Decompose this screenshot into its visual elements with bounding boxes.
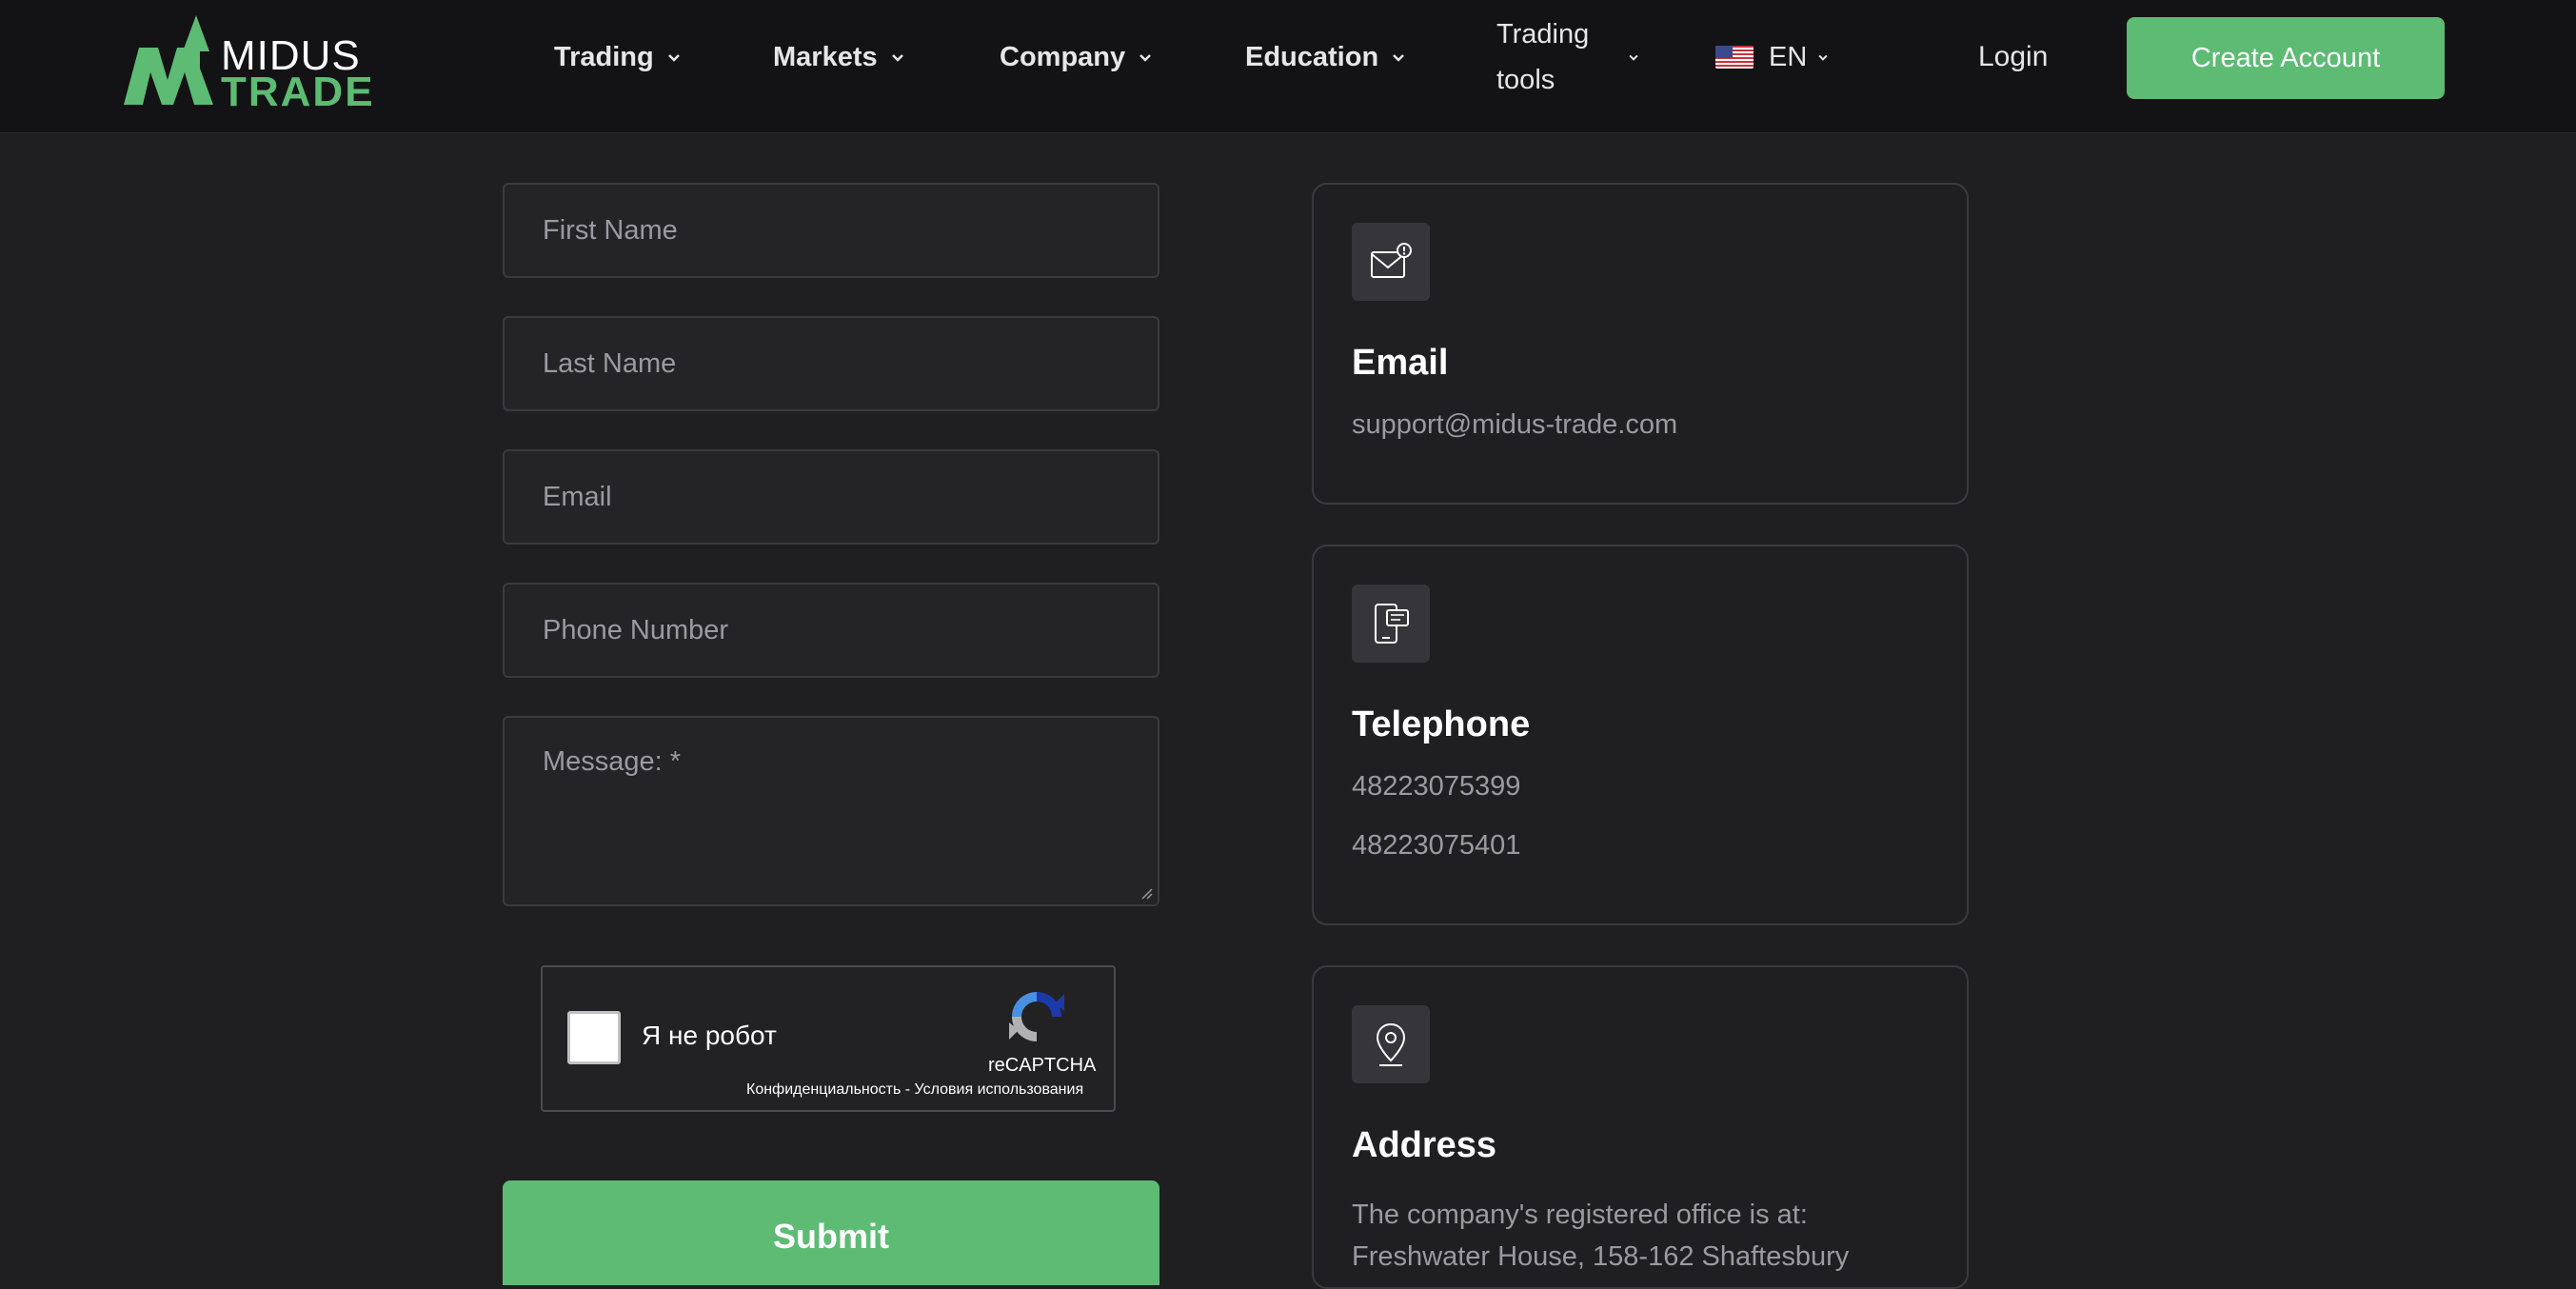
phone-chat-icon bbox=[1352, 585, 1430, 663]
last-name-placeholder: Last Name bbox=[543, 347, 677, 379]
chevron-down-icon bbox=[1818, 54, 1828, 61]
recaptcha-logo-icon bbox=[1009, 992, 1064, 1041]
nav-markets[interactable]: Markets bbox=[773, 0, 906, 114]
email-card-title: Email bbox=[1352, 343, 1449, 383]
message-placeholder: Message: * bbox=[543, 746, 682, 777]
login-link[interactable]: Login bbox=[1978, 0, 2048, 114]
phone-number-2[interactable]: 48223075401 bbox=[1352, 830, 1520, 862]
nav-company-label: Company bbox=[1000, 41, 1126, 72]
chevron-down-icon bbox=[1629, 54, 1638, 61]
chevron-down-icon bbox=[891, 54, 903, 62]
email-card: Email support@midus-trade.com bbox=[1312, 183, 1969, 505]
recaptcha-terms-link[interactable]: Конфиденциальность - Условия использован… bbox=[746, 1081, 1083, 1099]
resize-handle-icon[interactable] bbox=[1139, 885, 1154, 901]
logo-text-trade: TRADE bbox=[221, 69, 375, 115]
language-label: EN bbox=[1769, 41, 1808, 72]
message-textarea[interactable]: Message: * bbox=[503, 716, 1159, 906]
phone-number-1[interactable]: 48223075399 bbox=[1352, 771, 1520, 803]
midus-trade-logo[interactable]: MIDUS TRADE bbox=[120, 13, 373, 115]
nav-company[interactable]: Company bbox=[1000, 0, 1154, 114]
nav-trading-tools-line1: Trading bbox=[1496, 19, 1590, 50]
nav-education[interactable]: Education bbox=[1245, 0, 1407, 114]
recaptcha-checkbox[interactable] bbox=[567, 1011, 621, 1064]
create-account-button[interactable]: Create Account bbox=[2127, 17, 2445, 99]
us-flag-icon bbox=[1715, 46, 1754, 69]
address-card: Address The company's registered office … bbox=[1312, 965, 1969, 1289]
email-placeholder: Email bbox=[543, 481, 612, 512]
chevron-down-icon bbox=[1139, 54, 1152, 62]
nav-markets-label: Markets bbox=[773, 41, 878, 72]
first-name-placeholder: First Name bbox=[543, 214, 678, 246]
support-email-link[interactable]: support@midus-trade.com bbox=[1352, 409, 1677, 441]
nav-trading[interactable]: Trading bbox=[554, 0, 683, 114]
top-navbar: MIDUS TRADE Trading Markets Company Educ… bbox=[0, 0, 2576, 133]
recaptcha-brand: reCAPTCHA bbox=[988, 1055, 1097, 1076]
chevron-down-icon bbox=[667, 54, 680, 62]
telephone-card-title: Telephone bbox=[1352, 704, 1531, 744]
phone-number-field[interactable]: Phone Number bbox=[503, 583, 1159, 678]
email-field[interactable]: Email bbox=[503, 449, 1159, 545]
address-card-title: Address bbox=[1352, 1125, 1497, 1165]
first-name-field[interactable]: First Name bbox=[503, 183, 1159, 278]
recaptcha-widget: Я не робот reCAPTCHA Конфиденциальность … bbox=[541, 965, 1116, 1112]
language-selector[interactable]: EN bbox=[1715, 0, 1830, 114]
phone-placeholder: Phone Number bbox=[543, 614, 729, 645]
nav-trading-tools-line2: tools bbox=[1496, 65, 1556, 95]
address-text: The company's registered office is at: F… bbox=[1352, 1200, 1850, 1272]
submit-button[interactable]: Submit bbox=[503, 1180, 1159, 1285]
telephone-card: Telephone 48223075399 48223075401 bbox=[1312, 545, 1969, 925]
nav-trading-tools[interactable]: Trading tools bbox=[1496, 0, 1640, 114]
chevron-down-icon bbox=[1393, 54, 1405, 62]
nav-education-label: Education bbox=[1245, 41, 1379, 72]
nav-trading-label: Trading bbox=[554, 41, 654, 72]
last-name-field[interactable]: Last Name bbox=[503, 316, 1159, 411]
recaptcha-label: Я не робот bbox=[642, 1021, 777, 1050]
map-pin-icon bbox=[1352, 1005, 1430, 1083]
envelope-icon bbox=[1352, 223, 1430, 301]
logo-mark-icon bbox=[124, 15, 213, 105]
